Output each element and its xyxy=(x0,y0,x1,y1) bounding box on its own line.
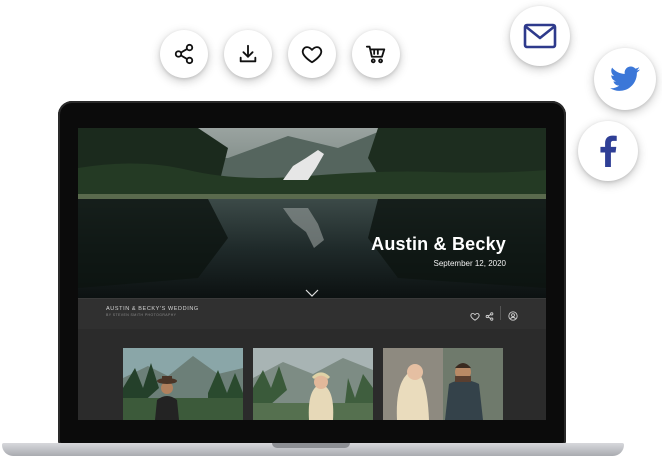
gallery-thumbnail[interactable] xyxy=(383,348,503,420)
album-subtitle: BY STEVEN SMITH PHOTOGRAPHY xyxy=(106,313,177,317)
hero-date: September 12, 2020 xyxy=(433,259,507,268)
heart-icon xyxy=(300,43,324,65)
facebook-icon xyxy=(599,135,617,167)
cart-button[interactable] xyxy=(352,30,400,78)
twitter-icon xyxy=(610,66,640,92)
album-share-icon[interactable] xyxy=(485,308,494,326)
account-icon[interactable] xyxy=(508,308,518,326)
album-heart-icon[interactable] xyxy=(470,308,480,326)
facebook-share-button[interactable] xyxy=(578,121,638,181)
hero-image xyxy=(78,128,546,298)
gallery-thumbnail[interactable] xyxy=(123,348,243,420)
favorite-button[interactable] xyxy=(288,30,336,78)
download-icon xyxy=(237,43,259,65)
download-button[interactable] xyxy=(224,30,272,78)
gallery-thumbnail[interactable] xyxy=(253,348,373,420)
cart-icon xyxy=(364,43,388,65)
email-share-button[interactable] xyxy=(510,6,570,66)
laptop-notch xyxy=(272,443,350,448)
share-icon xyxy=(173,43,195,65)
gallery-screen: Austin & Becky September 12, 2020 AUSTIN… xyxy=(78,128,546,420)
twitter-share-button[interactable] xyxy=(594,48,656,110)
share-button[interactable] xyxy=(160,30,208,78)
hero-title: Austin & Becky xyxy=(371,234,506,254)
album-title: AUSTIN & BECKY'S WEDDING xyxy=(106,306,199,312)
mail-icon xyxy=(523,23,557,49)
divider xyxy=(500,306,501,320)
